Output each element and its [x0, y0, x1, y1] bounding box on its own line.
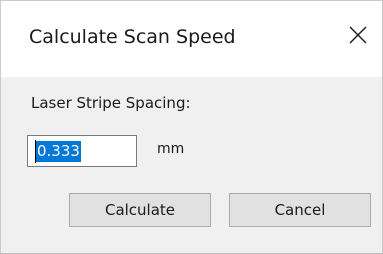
calculate-scan-speed-dialog: Calculate Scan Speed Laser Stripe Spacin…	[0, 0, 383, 254]
title-bar[interactable]: Calculate Scan Speed	[1, 1, 382, 77]
dialog-title: Calculate Scan Speed	[29, 26, 236, 48]
cancel-button[interactable]: Cancel	[229, 193, 371, 227]
spacing-value-selected: 0.333	[36, 141, 81, 162]
close-button[interactable]	[339, 15, 379, 55]
spacing-unit-label: mm	[157, 141, 185, 157]
close-icon	[349, 26, 367, 44]
calculate-button[interactable]: Calculate	[69, 193, 211, 227]
dialog-body: Laser Stripe Spacing: 0.333 mm Calculate…	[1, 77, 382, 253]
spacing-label: Laser Stripe Spacing:	[31, 94, 191, 112]
spacing-input[interactable]: 0.333	[27, 135, 137, 167]
